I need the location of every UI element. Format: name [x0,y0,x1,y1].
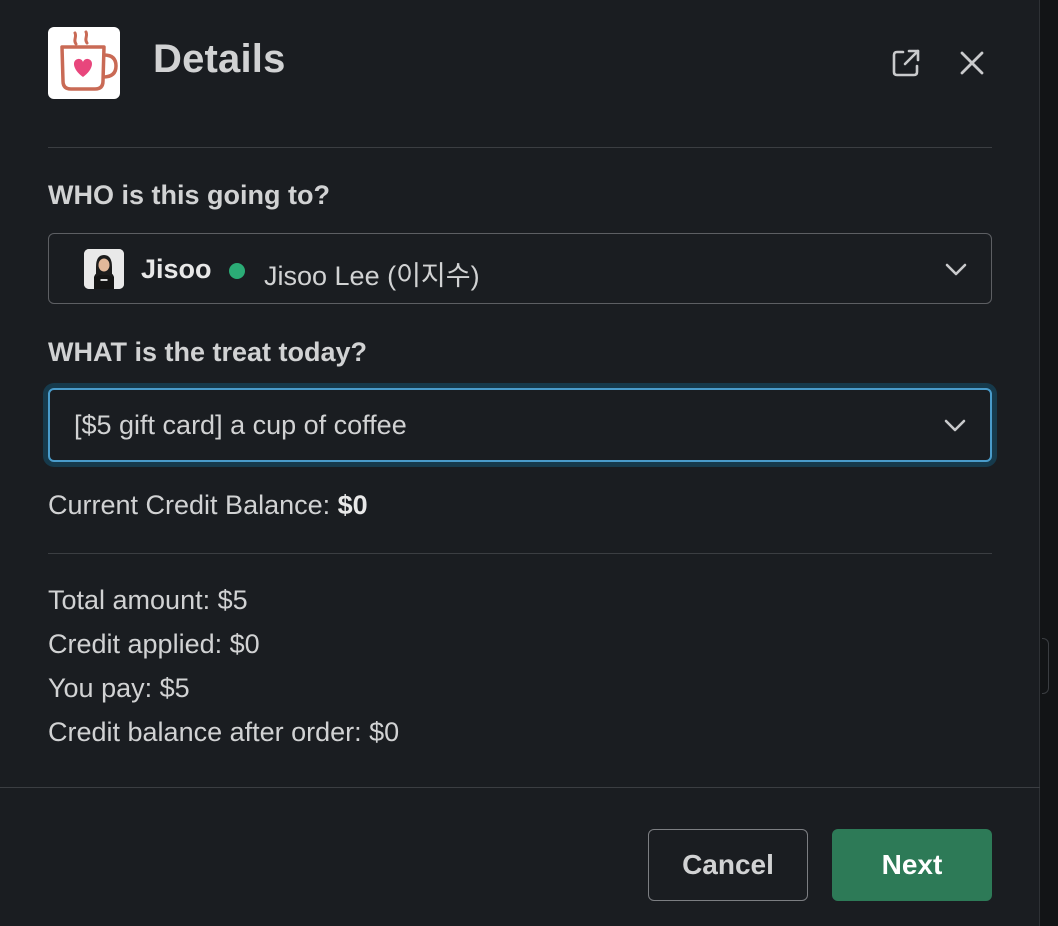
what-field-label: WHAT is the treat today? [48,337,368,367]
external-link-icon [892,49,920,77]
recipient-select[interactable]: Jisoo Jisoo Lee (이지수) [48,233,992,304]
header-divider [48,147,992,148]
close-button[interactable] [954,45,990,81]
coffee-cup-heart-icon [60,30,118,91]
active-status-dot [229,263,245,279]
credit-balance-after-order: Credit balance after order: $0 [48,717,400,747]
current-credit-balance: Current Credit Balance: $0 [48,490,368,521]
modal-header: Details [48,27,992,99]
credit-applied: Credit applied: $0 [48,629,260,659]
total-amount: Total amount: $5 [48,585,248,615]
user-avatar-image [84,249,124,289]
recipient-display-name: Jisoo [141,254,212,284]
summary-divider [48,553,992,554]
you-pay: You pay: $5 [48,673,190,703]
footer-divider [0,787,1040,788]
treat-select[interactable]: [$5 gift card] a cup of coffee [48,388,992,462]
close-icon [960,51,984,75]
recipient-full-name: Jisoo Lee (이지수) [264,261,480,291]
modal-title: Details [153,37,286,81]
next-button[interactable]: Next [832,829,992,901]
chevron-down-icon [944,419,966,432]
popout-button[interactable] [888,45,924,81]
background-panel-edge [1040,0,1058,926]
app-icon [48,27,120,99]
avatar [84,249,124,289]
chevron-down-icon [945,263,967,276]
details-modal: Details WHO is this going to? Jisoo Jiso… [0,0,1040,926]
cancel-button[interactable]: Cancel [648,829,808,901]
background-panel-tab [1042,638,1049,694]
who-field-label: WHO is this going to? [48,180,330,210]
credit-balance-value: $0 [337,490,368,520]
treat-selected-value: [$5 gift card] a cup of coffee [74,410,407,440]
credit-balance-label: Current Credit Balance: [48,490,338,520]
